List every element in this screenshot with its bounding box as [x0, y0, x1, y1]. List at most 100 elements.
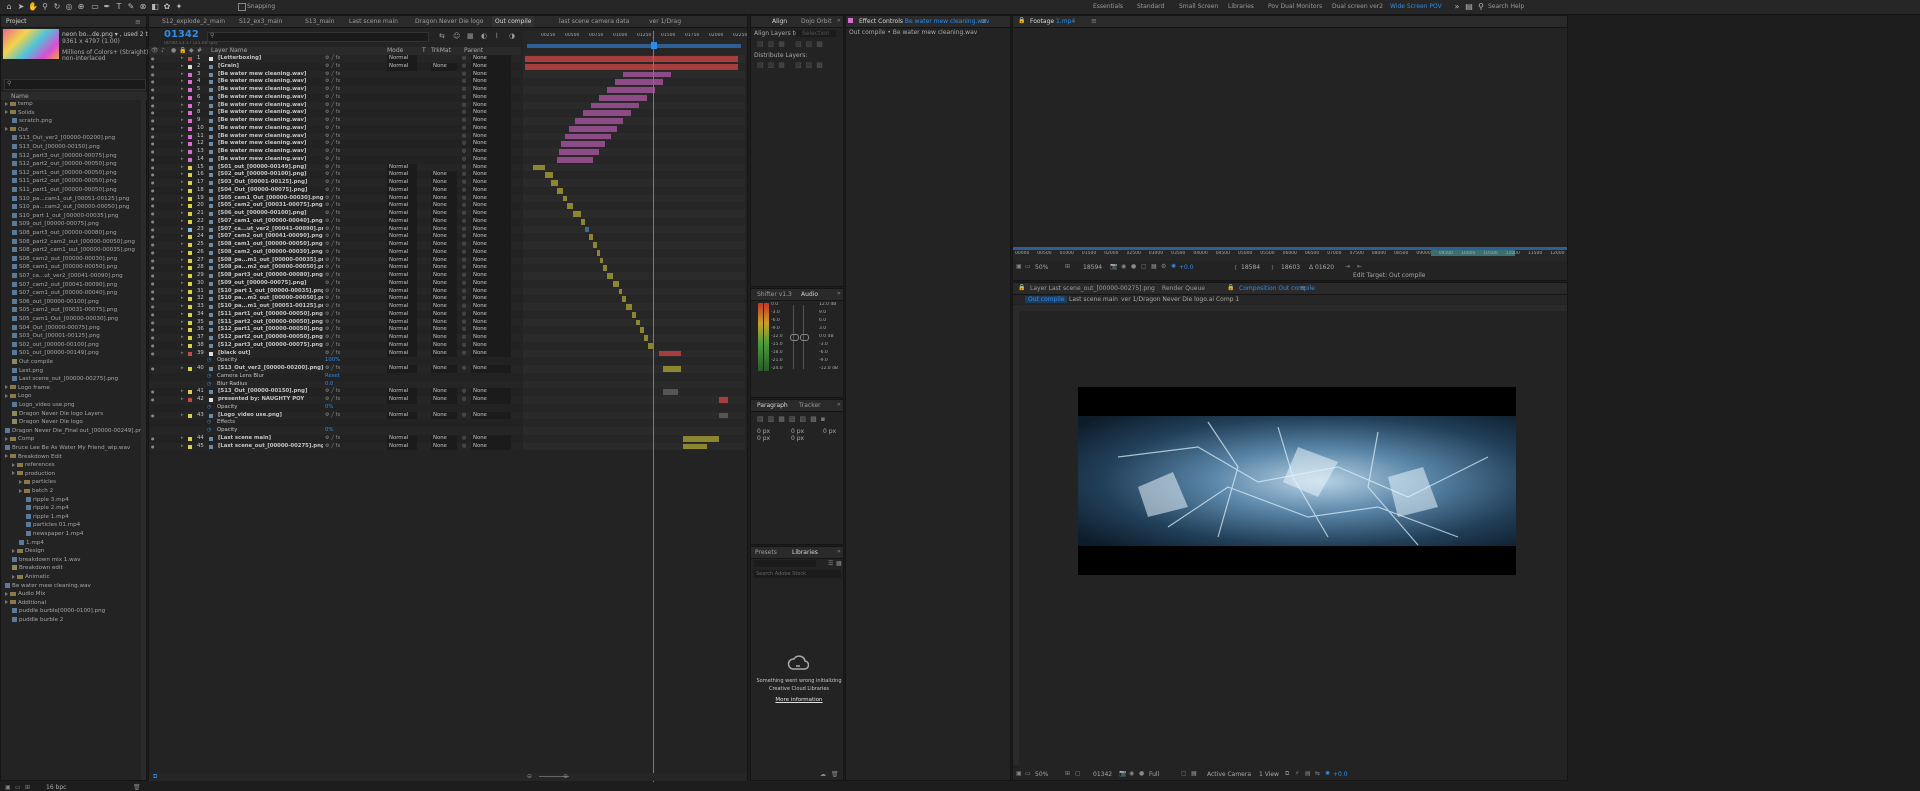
project-item[interactable]: Dragon Never Die_Final out_[00000-00249]… — [1, 427, 146, 435]
pen-tool-icon[interactable]: ✒ — [102, 2, 112, 12]
layer-row[interactable]: ● ▸ 12 [Be water mew cleaning.wav] ⚙ ╱ fx ◎ No… — [149, 140, 521, 148]
parent-select[interactable]: None — [471, 132, 511, 141]
panel-expand-icon[interactable]: » — [837, 548, 841, 555]
pick-whip-icon[interactable]: ◎ — [462, 102, 466, 110]
libraries-tab[interactable]: Libraries — [789, 547, 821, 558]
stopwatch-icon[interactable]: ◷ — [207, 381, 211, 389]
project-item[interactable]: S05_cam2_out_[00031-00075].png — [1, 306, 117, 314]
project-item[interactable]: Additional — [1, 599, 46, 607]
track-matte-select[interactable]: None — [431, 434, 457, 443]
blend-mode-select[interactable]: Normal — [387, 163, 417, 172]
workspace-standard[interactable]: Standard — [1137, 3, 1164, 10]
visibility-icon[interactable]: ● — [151, 179, 155, 187]
visibility-icon[interactable]: ● — [151, 272, 155, 280]
project-item[interactable]: 1.mp4 — [1, 539, 44, 547]
layer-switches[interactable]: ⚙ ╱ fx — [325, 443, 340, 451]
pick-whip-icon[interactable]: ◎ — [462, 443, 466, 451]
project-item[interactable]: Last scene_out_[00000-00275].png — [1, 375, 118, 383]
layer-switches[interactable]: ⚙ ╱ fx — [325, 365, 340, 373]
project-item[interactable]: ripple 2.mp4 — [1, 504, 69, 512]
expand-arrow-icon[interactable]: ▸ — [181, 140, 184, 148]
label-color-swatch[interactable] — [188, 188, 192, 193]
home-icon[interactable]: ⌂ — [4, 2, 14, 12]
layer-name[interactable]: [S05_cam1_Out_[00000-00030].png] — [218, 195, 323, 203]
expand-arrow-icon[interactable] — [5, 393, 8, 398]
shifter-tab[interactable]: Shifter v1.3 — [754, 289, 795, 300]
project-item[interactable]: Dragon Never Die logo Layers — [1, 410, 103, 418]
project-item[interactable]: particles — [1, 478, 56, 486]
blend-mode-select[interactable]: Normal — [387, 256, 417, 265]
visibility-icon[interactable]: ● — [151, 125, 155, 133]
layer-switches[interactable]: ⚙ ╱ fx — [325, 202, 340, 210]
project-item[interactable]: Audio Mix — [1, 590, 45, 598]
visibility-icon[interactable]: ● — [151, 202, 155, 210]
blend-mode-select[interactable]: Normal — [387, 55, 417, 63]
label-color-swatch[interactable] — [188, 243, 192, 247]
layer-switches[interactable]: ⚙ ╱ fx — [325, 125, 340, 133]
layer-name[interactable]: [S10_pa...m2_out_[00000-00050].png] — [218, 295, 323, 303]
label-color-swatch[interactable] — [188, 444, 192, 449]
visibility-icon[interactable]: ● — [151, 295, 155, 303]
layer-switches[interactable]: ⚙ ╱ fx — [325, 63, 340, 71]
track-matte-select[interactable]: None — [431, 303, 457, 311]
exposure-icon[interactable]: ✺ — [1325, 770, 1330, 777]
expand-arrow-icon[interactable]: ▸ — [181, 412, 184, 420]
layer-name[interactable]: [Last scene_out_[00000-00275].png] — [218, 443, 323, 451]
safe-margins-icon[interactable]: ⊞ — [1065, 263, 1070, 270]
label-color-swatch[interactable] — [188, 281, 192, 286]
label-color-swatch[interactable] — [188, 126, 192, 131]
expand-arrow-icon[interactable]: ▸ — [181, 218, 184, 226]
pick-whip-icon[interactable]: ◎ — [462, 326, 466, 334]
layer-row[interactable]: ● ▸ 43 [Logo_video use.png] ⚙ ╱ fx Normal None… — [149, 411, 521, 420]
parent-select[interactable]: None — [471, 287, 511, 296]
panel-menu-icon[interactable]: ≡ — [981, 17, 987, 25]
label-color-swatch[interactable] — [188, 227, 192, 232]
visibility-icon[interactable]: ● — [151, 195, 155, 203]
track-matte-select[interactable]: None — [431, 171, 457, 179]
blend-mode-select[interactable]: Normal — [387, 186, 417, 195]
pick-whip-icon[interactable]: ◎ — [462, 171, 466, 179]
pick-whip-icon[interactable]: ◎ — [462, 94, 466, 102]
comp-zoom-select[interactable]: 50% — [1035, 771, 1048, 778]
layer-duration-bar[interactable] — [613, 280, 619, 287]
layer-name[interactable]: [Be water mew cleaning.wav] — [218, 133, 323, 141]
layer-row[interactable]: ● ▸ 40 [S13_Out_ver2_[00000-00200].png] ⚙ ╱ … — [149, 365, 521, 373]
layer-switches[interactable]: ⚙ ╱ fx — [325, 187, 340, 195]
bpc-indicator[interactable]: 16 bpc — [46, 784, 66, 791]
clone-stamp-tool-icon[interactable]: ⊗ — [138, 2, 148, 12]
layer-name[interactable]: [S11_part2_out_[00000-00050].png] — [218, 319, 323, 327]
layer-row[interactable]: ● ▸ 20 [S05_cam2_out_[00031-00075].png] ⚙ ╱ … — [149, 202, 521, 210]
parent-select[interactable]: None — [471, 326, 511, 334]
blend-mode-select[interactable]: Normal — [387, 210, 417, 218]
blend-mode-select[interactable]: Normal — [387, 388, 417, 396]
visibility-icon[interactable]: ● — [151, 443, 155, 451]
expand-arrow-icon[interactable] — [12, 548, 15, 553]
layer-name[interactable]: [Letterboxing] — [218, 55, 323, 63]
parent-select[interactable]: None — [471, 55, 511, 63]
blend-mode-select[interactable]: Normal — [387, 194, 417, 203]
parent-select[interactable]: None — [471, 163, 511, 172]
layer-row[interactable]: ● ▸ 8 [Be water mew cleaning.wav] ⚙ ╱ fx ◎ Non… — [149, 109, 521, 117]
layer-switches[interactable]: ⚙ ╱ fx — [325, 78, 340, 86]
time-ruler[interactable]: 00250 00500 00750 01000 01250 01500 01750 02000… — [523, 31, 747, 55]
breadcrumb-logo-comp[interactable]: ver 1/Dragon Never Die logo.ai Comp 1 — [1121, 296, 1239, 303]
layer-switches[interactable]: ⚙ ╱ fx — [325, 311, 340, 319]
layer-switches[interactable]: ⚙ ╱ fx — [325, 249, 340, 257]
layer-duration-bar[interactable] — [683, 435, 719, 442]
layer-name[interactable]: [S13_Out_ver2_[00000-00200].png] — [218, 365, 323, 373]
track-matte-select[interactable]: None — [431, 388, 457, 396]
layer-name[interactable]: [S01_out_[00000-00149].png] — [218, 164, 323, 172]
new-folder-icon[interactable]: ▭ — [15, 784, 21, 791]
tracker-tab[interactable]: Tracker — [796, 400, 824, 411]
pick-whip-icon[interactable]: ◎ — [462, 55, 466, 63]
layer-name[interactable]: [S12_part2_out_[00000-00050].png] — [218, 334, 323, 342]
layer-row[interactable]: ● ▸ 30 [S09_out_[00000-00075].png] ⚙ ╱ fx Nor… — [149, 279, 521, 288]
layer-name[interactable]: [S12_part1_out_[00000-00050].png] — [218, 326, 323, 334]
visibility-icon[interactable]: ● — [151, 148, 155, 156]
layer-switches[interactable]: ⚙ ╱ fx — [325, 272, 340, 280]
track-matte-select[interactable]: None — [431, 256, 457, 265]
layer-name[interactable]: [S09_out_[00000-00075].png] — [218, 280, 323, 288]
pick-whip-icon[interactable]: ◎ — [462, 264, 466, 272]
expand-arrow-icon[interactable]: ▸ — [181, 55, 184, 63]
track-matte-select[interactable]: None — [431, 365, 457, 373]
